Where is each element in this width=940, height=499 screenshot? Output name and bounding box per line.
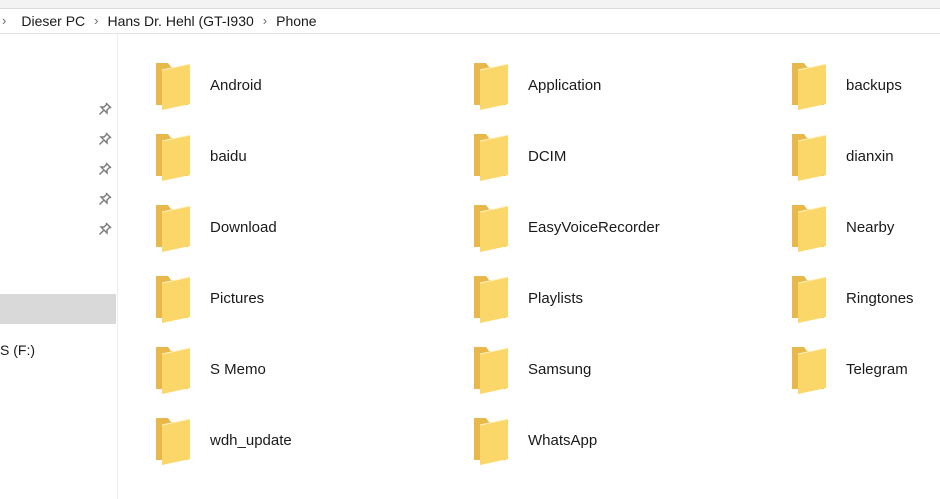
folder-item[interactable]: wdh_update <box>154 410 454 470</box>
folder-item[interactable]: Pictures <box>154 268 454 328</box>
folder-icon <box>792 205 827 252</box>
pin-icon[interactable] <box>98 162 112 176</box>
folder-item[interactable]: Android <box>154 55 454 115</box>
folder-label: Telegram <box>846 360 908 378</box>
folder-item[interactable]: S Memo <box>154 339 454 399</box>
chevron-right-icon[interactable]: › <box>85 13 107 28</box>
folder-icon <box>156 276 191 323</box>
breadcrumb-device[interactable]: Hans Dr. Hehl (GT-I930 <box>107 13 253 29</box>
folder-icon <box>474 276 509 323</box>
folder-item[interactable]: dianxin <box>790 126 940 186</box>
nav-item-drive[interactable]: S (F:) <box>0 342 35 358</box>
folder-item[interactable]: WhatsApp <box>472 410 772 470</box>
folder-icon <box>156 134 191 181</box>
folder-icon <box>474 418 509 465</box>
folder-item[interactable]: Telegram <box>790 339 940 399</box>
folder-label: Samsung <box>528 360 592 378</box>
folder-item[interactable]: Ringtones <box>790 268 940 328</box>
folder-icon <box>156 418 191 465</box>
pin-icon[interactable] <box>98 132 112 146</box>
address-bar[interactable]: › Dieser PC › Hans Dr. Hehl (GT-I930 › P… <box>0 8 940 34</box>
folder-label: Android <box>210 76 262 94</box>
folder-label: Ringtones <box>846 289 914 307</box>
folder-label: Application <box>528 76 602 94</box>
folder-item[interactable]: Application <box>472 55 772 115</box>
folder-icon <box>792 347 827 394</box>
chevron-right-icon[interactable]: › <box>0 13 15 28</box>
folder-label: baidu <box>210 147 247 165</box>
folder-label: Playlists <box>528 289 584 307</box>
chevron-right-icon[interactable]: › <box>254 13 276 28</box>
breadcrumb-phone[interactable]: Phone <box>276 13 316 29</box>
pin-icon[interactable] <box>98 192 112 206</box>
folder-label: Pictures <box>210 289 265 307</box>
folder-label: dianxin <box>846 147 894 165</box>
folder-label: DCIM <box>528 147 567 165</box>
folder-icon <box>156 347 191 394</box>
folder-label: wdh_update <box>210 431 292 449</box>
pin-icon[interactable] <box>98 222 112 236</box>
folder-icon <box>156 205 191 252</box>
folder-item[interactable]: Playlists <box>472 268 772 328</box>
folder-icon <box>156 63 191 110</box>
folder-label: S Memo <box>210 360 266 378</box>
folder-item[interactable]: EasyVoiceRecorder <box>472 197 772 257</box>
title-bar-strip <box>0 0 940 8</box>
folder-icon <box>792 63 827 110</box>
folder-icon <box>792 276 827 323</box>
folder-label: backups <box>846 76 902 94</box>
folder-label: WhatsApp <box>528 431 598 449</box>
folder-label: EasyVoiceRecorder <box>528 218 660 236</box>
folder-item[interactable]: DCIM <box>472 126 772 186</box>
folder-icon <box>474 134 509 181</box>
folder-label: Download <box>210 218 277 236</box>
folder-item[interactable]: baidu <box>154 126 454 186</box>
folder-icon <box>474 347 509 394</box>
breadcrumb-dieser-pc[interactable]: Dieser PC <box>21 13 85 29</box>
folder-item[interactable]: backups <box>790 55 940 115</box>
folder-icon <box>792 134 827 181</box>
folder-item[interactable]: Samsung <box>472 339 772 399</box>
folder-item[interactable]: Download <box>154 197 454 257</box>
navigation-pane: S (F:) <box>0 34 118 499</box>
folder-icon <box>474 63 509 110</box>
pin-icon[interactable] <box>98 102 112 116</box>
folder-item[interactable]: Nearby <box>790 197 940 257</box>
nav-item-selected[interactable] <box>0 294 116 324</box>
folder-label: Nearby <box>846 218 895 236</box>
folder-icon <box>474 205 509 252</box>
folder-view[interactable]: Android Application backups baidu DCIM dianxi… <box>118 34 940 499</box>
